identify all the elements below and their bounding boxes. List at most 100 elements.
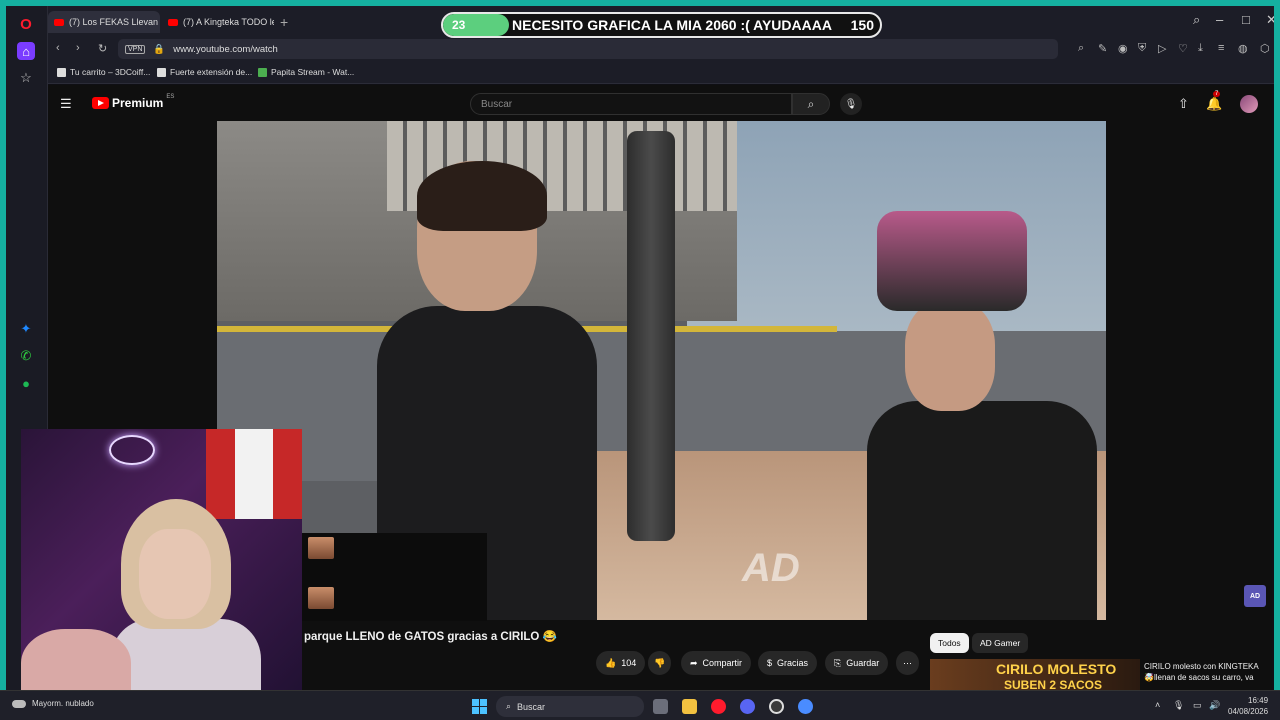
like-button[interactable]: 👍 104 (596, 651, 646, 675)
volume-icon[interactable]: 🔊 (1209, 700, 1220, 711)
lock-icon: 🔒 (153, 43, 166, 55)
vpn-badge[interactable]: VPN (125, 44, 146, 54)
upload-icon[interactable]: ⇧ (1178, 96, 1189, 112)
file-explorer-icon[interactable] (682, 699, 697, 714)
youtube-logo-text: Premium (112, 96, 164, 110)
close-icon[interactable]: ✕ (1266, 12, 1274, 28)
share-button[interactable]: ➦ Compartir (681, 651, 752, 675)
thanks-button[interactable]: $ Gracias (758, 651, 818, 675)
neon-planet-sign (109, 435, 155, 465)
play-icon[interactable]: ▷ (1158, 42, 1166, 55)
youtube-region: ES (166, 94, 175, 100)
display-icon[interactable]: ▭ (1193, 700, 1202, 711)
thanks-label: Gracias (777, 658, 809, 668)
thumbnail-text-1: CIRILO MOLESTO (996, 661, 1117, 677)
whatsapp-icon[interactable]: ✆ (17, 347, 35, 365)
weather-widget[interactable]: Mayorm. nublado (12, 699, 94, 708)
heart-icon[interactable]: ♡ (1178, 42, 1188, 55)
search-button-icon[interactable]: ⌕ (792, 93, 830, 115)
save-label: Guardar (846, 658, 880, 668)
tab-active[interactable]: (7) Los FEKAS Llevan c (48, 11, 160, 33)
tab-label: (7) Los FEKAS Llevan c (69, 17, 160, 27)
chat-emote (308, 537, 334, 559)
taskbar-search[interactable]: ⌕ Buscar (496, 696, 644, 717)
thanks-icon: $ (767, 658, 773, 668)
bookmark-icon: ⎘ (834, 657, 842, 668)
profile-icon[interactable]: ◍ (1238, 42, 1248, 55)
bookmark-label: Papita Stream - Wat... (271, 67, 355, 77)
star-icon[interactable]: ☆ (17, 69, 35, 87)
chip-all[interactable]: Todos (930, 633, 969, 653)
recommendation-title[interactable]: CIRILO molesto con KINGTEKA 🤯llenan de s… (1144, 661, 1269, 683)
extension-icon[interactable]: ⬡ (1260, 42, 1270, 55)
home-icon[interactable]: ⌂ (17, 42, 35, 60)
bookmark-favicon-icon (258, 67, 267, 77)
avatar[interactable] (1240, 95, 1258, 113)
tab-label: (7) A Kingteka TODO les s (183, 17, 274, 27)
webcam-overlay (21, 429, 302, 714)
chevron-up-icon[interactable]: ˄ (1155, 700, 1160, 710)
streamer (111, 499, 261, 714)
clock-time: 16:49 (1248, 696, 1269, 705)
microphone-tray-icon[interactable]: 🎙 (1173, 700, 1184, 711)
more-actions-icon[interactable]: ⋯ (896, 651, 919, 675)
youtube-favicon-icon (54, 18, 64, 26)
youtube-logo[interactable]: Premium ES (92, 94, 175, 110)
url-field[interactable]: VPN 🔒 www.youtube.com/watch (118, 39, 1058, 59)
shield-icon[interactable]: ⛨ (1138, 42, 1146, 55)
like-count: 104 (621, 658, 637, 668)
save-button[interactable]: ⎘ Guardar (825, 651, 889, 675)
back-icon[interactable]: ‹ (56, 42, 60, 54)
channel-badge[interactable]: AD (1244, 585, 1266, 607)
zoom-icon[interactable]: ⌕ (1078, 42, 1084, 55)
hamburger-menu-icon[interactable]: ☰ (60, 96, 72, 112)
recommendation-thumbnail[interactable]: CIRILO MOLESTO SUBEN 2 SACOS (930, 659, 1140, 693)
discord-icon[interactable] (740, 699, 755, 714)
bookmark-favicon-icon (57, 67, 66, 77)
search-icon: ⌕ (506, 701, 512, 711)
chat-overlay (302, 533, 487, 621)
bookmark-item[interactable]: Papita Stream - Wat... (258, 67, 354, 77)
new-tab-icon[interactable]: + (280, 14, 288, 30)
download-icon[interactable]: ⤓ (1198, 42, 1203, 55)
youtube-play-icon (92, 97, 109, 109)
windows-start-icon[interactable] (472, 699, 487, 714)
dislike-button[interactable]: 👎 (648, 651, 672, 675)
youtube-favicon-icon (168, 18, 178, 26)
camera-icon[interactable]: ◉ (1118, 42, 1128, 55)
cloud-icon (12, 699, 26, 708)
chip-ad-gamer[interactable]: AD Gamer (972, 633, 1029, 653)
minimize-icon[interactable]: – (1216, 12, 1223, 27)
bookmark-item[interactable]: Fuerte extensión de... (157, 67, 252, 77)
goal-count: 150 (850, 17, 874, 33)
share-icon: ➦ (690, 657, 698, 668)
forward-icon[interactable]: › (76, 42, 80, 54)
share-label: Compartir (702, 658, 743, 668)
messenger-icon[interactable]: ✦ (17, 320, 35, 338)
taskbar-clock[interactable]: 16:49 04/08/2026 (1228, 695, 1268, 717)
opera-logo-icon[interactable]: O (17, 15, 35, 33)
goal-message: NECESITO GRAFICA LA MIA 2060 :( AYUDAAAA (512, 17, 832, 33)
screen-frame: O ⌂ ☆ ✦ ✆ ● (7) Los FEKAS Llevan c (7) A… (0, 0, 1280, 720)
edit-icon[interactable]: ✎ (1098, 42, 1107, 55)
settings-gear-icon[interactable] (798, 699, 813, 714)
bookmark-item[interactable]: Tu carrito – 3DCoiff... (57, 67, 150, 77)
opera-taskbar-icon[interactable] (711, 699, 726, 714)
video-title: parque LLENO de GATOS gracias a CIRILO 😂 (304, 631, 557, 643)
spotify-icon[interactable]: ● (17, 374, 35, 392)
url-text: www.youtube.com/watch (173, 43, 278, 55)
bookmark-favicon-icon (157, 67, 166, 77)
obs-icon[interactable] (769, 699, 784, 714)
reload-icon[interactable]: ↻ (98, 42, 107, 55)
address-bar-row: ‹ › ↻ VPN 🔒 www.youtube.com/watch ⌕ ✎ ◉ … (48, 36, 1274, 62)
task-view-icon[interactable] (653, 699, 668, 714)
youtube-search-input[interactable]: Buscar (470, 93, 792, 115)
microphone-icon[interactable]: 🎙 (840, 93, 862, 115)
menu-icon[interactable]: ≡ (1218, 42, 1224, 54)
maximize-icon[interactable]: □ (1242, 12, 1250, 27)
search-tabs-icon[interactable]: ⌕ (1193, 12, 1200, 28)
video-watermark: AD (742, 546, 800, 590)
bell-icon[interactable]: 🔔 (1206, 96, 1222, 112)
tab-inactive[interactable]: (7) A Kingteka TODO les s (162, 11, 274, 33)
taskbar-search-label: Buscar (517, 701, 546, 712)
